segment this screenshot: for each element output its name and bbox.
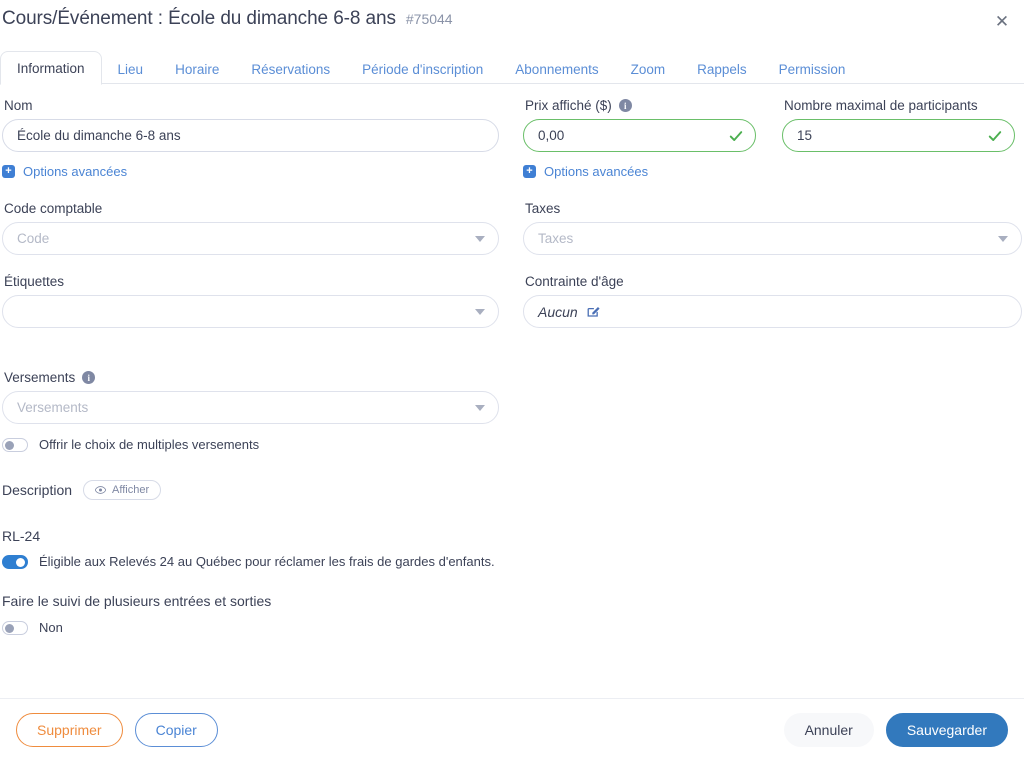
check-icon — [729, 129, 743, 143]
price-participants-row: Prix affiché ($) i Nombre maximal de par… — [523, 98, 1022, 152]
save-button[interactable]: Sauvegarder — [886, 713, 1008, 747]
footer-right-actions: Annuler Sauvegarder — [784, 713, 1008, 747]
eye-icon — [95, 486, 106, 494]
field-versements: Versements i Versements — [2, 370, 499, 424]
tab-rappels[interactable]: Rappels — [681, 54, 763, 84]
suivi-section: Faire le suivi de plusieurs entrées et s… — [2, 593, 499, 635]
tab-abonnements[interactable]: Abonnements — [499, 54, 614, 84]
options-avancees-right-label: Options avancées — [544, 164, 648, 179]
right-column: Prix affiché ($) i Nombre maximal de par… — [499, 98, 1022, 635]
rl24-row: Éligible aux Relevés 24 au Québec pour r… — [2, 554, 499, 569]
code-comptable-placeholder: Code — [17, 231, 49, 246]
chevron-down-icon — [998, 236, 1008, 242]
description-afficher-label: Afficher — [112, 484, 149, 496]
tab-horaire[interactable]: Horaire — [159, 54, 235, 84]
event-edit-modal: Cours/Événement : École du dimanche 6-8 … — [0, 0, 1024, 761]
multiple-versements-label: Offrir le choix de multiples versements — [39, 437, 259, 452]
tab-zoom[interactable]: Zoom — [615, 54, 682, 84]
left-column: Nom + Options avancées Code comptable Co… — [2, 98, 499, 635]
versements-select[interactable]: Versements — [2, 391, 499, 424]
information-panel: Nom + Options avancées Code comptable Co… — [0, 84, 1024, 698]
modal-footer: Supprimer Copier Annuler Sauvegarder — [0, 699, 1024, 761]
label-prix: Prix affiché ($) i — [525, 98, 756, 113]
field-etiquettes: Étiquettes — [2, 274, 499, 328]
label-prix-text: Prix affiché ($) — [525, 98, 612, 113]
close-icon[interactable]: ✕ — [988, 8, 1016, 36]
label-code-comptable: Code comptable — [4, 201, 499, 216]
footer-left-actions: Supprimer Copier — [16, 713, 218, 747]
taxes-placeholder: Taxes — [538, 231, 573, 246]
title-row: Cours/Événement : École du dimanche 6-8 … — [0, 8, 453, 30]
label-etiquettes: Étiquettes — [4, 274, 499, 289]
tab-permission[interactable]: Permission — [763, 54, 862, 84]
delete-button[interactable]: Supprimer — [16, 713, 123, 747]
plus-square-icon: + — [523, 165, 536, 178]
field-contrainte-age: Contrainte d'âge Aucun — [523, 274, 1022, 328]
check-icon — [988, 129, 1002, 143]
etiquettes-select[interactable] — [2, 295, 499, 328]
tab-information[interactable]: Information — [0, 51, 102, 85]
tab-periode-inscription[interactable]: Période d'inscription — [346, 54, 499, 84]
field-code-comptable: Code comptable Code — [2, 201, 499, 255]
options-avancees-left[interactable]: + Options avancées — [2, 164, 127, 179]
nom-input[interactable] — [2, 119, 499, 152]
description-row: Description Afficher — [2, 480, 499, 500]
contrainte-age-value: Aucun — [538, 304, 578, 320]
chevron-down-icon — [475, 309, 485, 315]
description-label: Description — [2, 482, 72, 498]
plus-square-icon: + — [2, 165, 15, 178]
label-taxes: Taxes — [525, 201, 1022, 216]
description-afficher-button[interactable]: Afficher — [83, 480, 161, 500]
chevron-down-icon — [475, 405, 485, 411]
chevron-down-icon — [475, 236, 485, 242]
multiple-versements-row: Offrir le choix de multiples versements — [2, 437, 499, 452]
info-icon[interactable]: i — [82, 371, 95, 384]
rl24-toggle[interactable] — [2, 555, 28, 569]
rl24-toggle-label: Éligible aux Relevés 24 au Québec pour r… — [39, 554, 495, 569]
label-versements: Versements i — [4, 370, 499, 385]
code-comptable-select[interactable]: Code — [2, 222, 499, 255]
field-taxes: Taxes Taxes — [523, 201, 1022, 255]
tab-list: Information Lieu Horaire Réservations Pé… — [0, 46, 1024, 84]
suivi-toggle-label: Non — [39, 620, 63, 635]
modal-header: Cours/Événement : École du dimanche 6-8 … — [0, 0, 1024, 46]
field-participants: Nombre maximal de participants — [782, 98, 1015, 152]
label-contrainte-age: Contrainte d'âge — [525, 274, 1022, 289]
rl24-section-label: RL-24 — [2, 528, 499, 544]
options-avancees-right[interactable]: + Options avancées — [523, 164, 648, 179]
options-avancees-left-label: Options avancées — [23, 164, 127, 179]
field-prix: Prix affiché ($) i — [523, 98, 756, 152]
label-versements-text: Versements — [4, 370, 75, 385]
label-participants: Nombre maximal de participants — [784, 98, 1015, 113]
info-icon[interactable]: i — [619, 99, 632, 112]
suivi-toggle[interactable] — [2, 621, 28, 635]
copy-button[interactable]: Copier — [135, 713, 218, 747]
prix-input[interactable] — [523, 119, 756, 152]
page-title: Cours/Événement : École du dimanche 6-8 … — [2, 8, 396, 30]
multiple-versements-toggle[interactable] — [2, 438, 28, 452]
event-id: #75044 — [406, 11, 453, 27]
participants-input[interactable] — [782, 119, 1015, 152]
tab-reservations[interactable]: Réservations — [235, 54, 346, 84]
cancel-button[interactable]: Annuler — [784, 713, 874, 747]
edit-icon[interactable] — [587, 305, 600, 318]
tab-bar: Information Lieu Horaire Réservations Pé… — [0, 46, 1024, 84]
tab-lieu[interactable]: Lieu — [102, 54, 160, 84]
taxes-select[interactable]: Taxes — [523, 222, 1022, 255]
contrainte-age-value-box[interactable]: Aucun — [523, 295, 1022, 328]
versements-placeholder: Versements — [17, 400, 88, 415]
field-nom: Nom — [2, 98, 499, 152]
suivi-section-label: Faire le suivi de plusieurs entrées et s… — [2, 593, 499, 609]
suivi-row: Non — [2, 620, 499, 635]
label-nom: Nom — [4, 98, 499, 113]
rl24-section: RL-24 Éligible aux Relevés 24 au Québec … — [2, 528, 499, 569]
